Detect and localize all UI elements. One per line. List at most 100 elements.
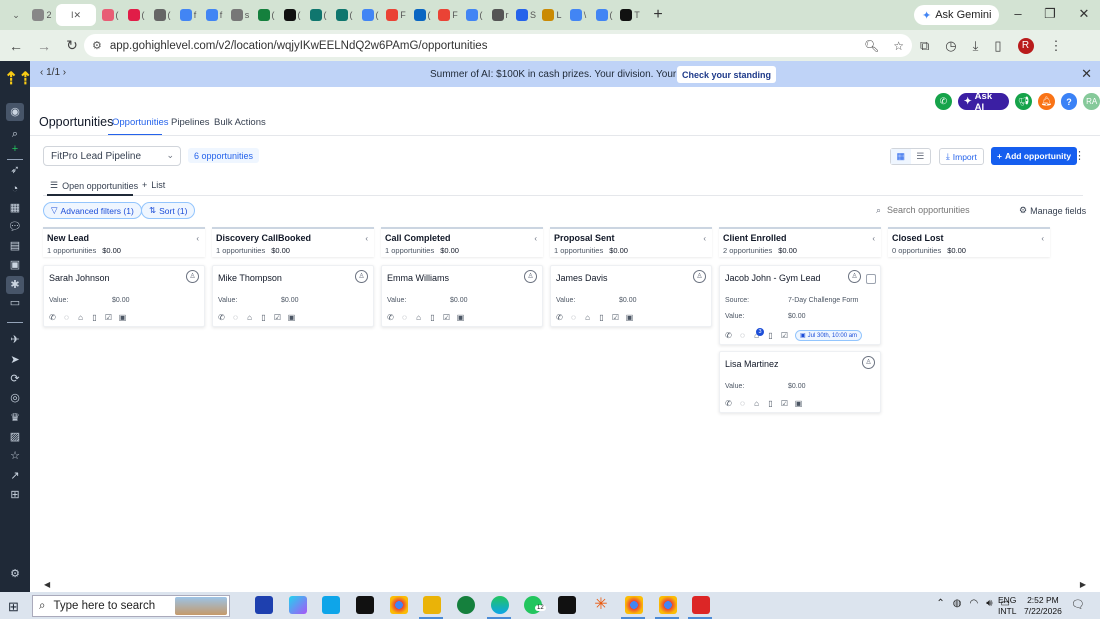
active-browser-tab[interactable]: I ✕: [56, 4, 96, 26]
assign-user-icon[interactable]: ♙: [693, 270, 706, 283]
sidebar-launchpad-icon[interactable]: ➶: [8, 163, 22, 177]
system-clock[interactable]: 2:52 PM 7/22/2026: [1024, 595, 1062, 617]
note-icon[interactable]: ▯: [766, 399, 775, 408]
sidebar-marketing-icon[interactable]: ✈: [8, 333, 22, 347]
browser-tab[interactable]: (: [150, 4, 174, 26]
browser-tab[interactable]: f: [176, 4, 200, 26]
board-view-icon[interactable]: ▦: [891, 149, 911, 164]
browser-tab[interactable]: (: [280, 4, 304, 26]
tab-opportunities[interactable]: Opportunities: [112, 117, 169, 128]
outlook-app-icon[interactable]: [322, 596, 340, 614]
opportunity-card[interactable]: Emma Williams ♙ Value: $0.00 ✆ ◌ ⌂ ▯ ☑ ▣: [381, 265, 543, 327]
browser-tab[interactable]: r: [488, 4, 512, 26]
tag-icon[interactable]: ⌂: [752, 399, 761, 408]
browser-tab[interactable]: F: [384, 4, 408, 26]
assign-user-icon[interactable]: ♙: [848, 270, 861, 283]
edge-app-icon[interactable]: [491, 596, 509, 614]
message-icon[interactable]: ◌: [62, 313, 71, 322]
collapse-column-icon[interactable]: ‹: [703, 234, 706, 243]
scroll-left-icon[interactable]: ◀: [44, 580, 50, 589]
sidebar-send-icon[interactable]: ➤: [8, 353, 22, 367]
note-icon[interactable]: ▯: [90, 313, 99, 322]
megaphone-icon[interactable]: 📢︎: [1015, 93, 1032, 110]
sidebar-payments-icon[interactable]: ▭: [8, 296, 22, 310]
tab-pipelines[interactable]: Pipelines: [171, 117, 210, 128]
sidebar-dashboard-icon[interactable]: ◔: [8, 182, 22, 196]
file-explorer-icon[interactable]: [423, 596, 441, 614]
import-button[interactable]: ⤓ Import: [939, 148, 984, 165]
help-icon[interactable]: ?: [1060, 93, 1078, 110]
browser-tab[interactable]: (: [358, 4, 382, 26]
collapse-column-icon[interactable]: ‹: [872, 234, 875, 243]
notes-app-icon[interactable]: [356, 596, 374, 614]
browser-tab[interactable]: T: [618, 4, 642, 26]
new-tab-button[interactable]: +: [648, 6, 668, 24]
scroll-right-icon[interactable]: ▶: [1080, 580, 1086, 589]
message-icon[interactable]: ◌: [569, 313, 578, 322]
close-tab-icon[interactable]: ✕: [73, 10, 81, 21]
user-avatar[interactable]: RA: [1083, 93, 1100, 110]
note-icon[interactable]: ▯: [259, 313, 268, 322]
more-options-icon[interactable]: ⋮: [1074, 149, 1085, 162]
sidebar-memberships-icon[interactable]: ♛: [8, 411, 22, 425]
volume-icon[interactable]: 🔊︎: [986, 598, 992, 609]
browser-tab[interactable]: (: [98, 4, 122, 26]
minimize-icon[interactable]: –: [1008, 6, 1028, 21]
tag-icon[interactable]: ⌂: [583, 313, 592, 322]
zoom-icon[interactable]: 🔍︎: [864, 39, 879, 53]
download-icon[interactable]: ⤓: [973, 38, 979, 54]
note-icon[interactable]: ▯: [766, 331, 775, 340]
tab-search-dropdown[interactable]: ⌄: [4, 4, 28, 26]
calendar-icon[interactable]: ▣: [456, 313, 465, 322]
bookmark-star-icon[interactable]: ☆: [893, 39, 904, 53]
network-icon[interactable]: ◍: [953, 598, 962, 609]
assign-user-icon[interactable]: ♙: [524, 270, 537, 283]
collapse-column-icon[interactable]: ‹: [196, 234, 199, 243]
check-standing-button[interactable]: Check your standing: [677, 66, 777, 83]
phone-icon[interactable]: ✆: [48, 313, 57, 322]
browser-tab[interactable]: S: [514, 4, 538, 26]
notion-app-icon[interactable]: [558, 596, 576, 614]
sidebar-calendar-icon[interactable]: ▤: [8, 239, 22, 253]
task-icon[interactable]: ☑: [104, 313, 113, 322]
message-icon[interactable]: ◌: [400, 313, 409, 322]
task-icon[interactable]: ☑: [780, 331, 789, 340]
browser-menu-icon[interactable]: ⋮: [1050, 38, 1063, 54]
sort-button[interactable]: ⇅ Sort (1): [141, 202, 196, 219]
collapse-column-icon[interactable]: ‹: [534, 234, 537, 243]
sidebar-search-icon[interactable]: ⌕: [8, 127, 22, 141]
browser-tab[interactable]: (: [462, 4, 486, 26]
sidebar-grid-icon[interactable]: ▦: [8, 201, 22, 215]
collapse-column-icon[interactable]: ‹: [1041, 234, 1044, 243]
tag-icon[interactable]: ⌂: [414, 313, 423, 322]
chevron-up-icon[interactable]: ⌃: [936, 598, 944, 609]
sidebar-conversations-icon[interactable]: 💬︎: [8, 220, 22, 234]
list-view-icon[interactable]: ☰: [911, 149, 931, 164]
opportunity-card[interactable]: Sarah Johnson ♙ Value: $0.00 ✆ ◌ ⌂ ▯ ☑ ▣: [43, 265, 205, 327]
split-view-icon[interactable]: ▯: [994, 38, 1001, 54]
subtab-open-opportunities[interactable]: ☰ Open opportunities: [50, 180, 138, 191]
profile-avatar[interactable]: R: [1017, 37, 1034, 54]
browser-tab[interactable]: (: [254, 4, 278, 26]
calendar-icon[interactable]: ▣: [625, 313, 634, 322]
notification-center-icon[interactable]: 🗨︎: [1071, 598, 1085, 611]
language-indicator[interactable]: ENG INTL: [998, 595, 1016, 617]
browser-tab[interactable]: s: [228, 4, 252, 26]
grammarly-app-icon[interactable]: [457, 596, 475, 614]
close-window-icon[interactable]: ✕: [1074, 6, 1094, 22]
sidebar-user-icon[interactable]: ◉: [6, 103, 24, 121]
browser-tab[interactable]: (: [592, 4, 616, 26]
calendar-icon[interactable]: ▣: [794, 399, 803, 408]
site-info-icon[interactable]: ⚙: [92, 39, 102, 52]
board-horizontal-scrollbar[interactable]: ◀ ▶: [30, 580, 1100, 591]
copilot-app-icon[interactable]: [289, 596, 307, 614]
calendar-icon[interactable]: ▣: [118, 313, 127, 322]
manage-fields-button[interactable]: ⚙ Manage fields: [1019, 205, 1086, 216]
message-icon[interactable]: ◌: [738, 331, 747, 340]
restore-icon[interactable]: ❐: [1040, 6, 1060, 22]
chrome-profile-icon[interactable]: [625, 596, 643, 614]
sidebar-settings-icon[interactable]: ⚙: [8, 567, 22, 581]
sidebar-reputation-icon[interactable]: ☆: [8, 449, 22, 463]
advanced-filters-button[interactable]: ▽ Advanced filters (1): [43, 202, 142, 219]
sidebar-contacts-icon[interactable]: ▣: [8, 258, 22, 272]
